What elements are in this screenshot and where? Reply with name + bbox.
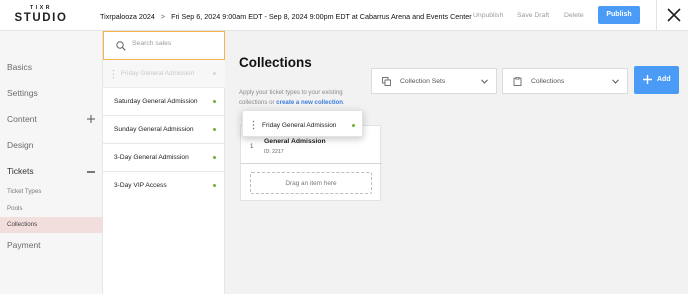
drop-zone-label: Drag an item here — [285, 180, 337, 187]
dragging-sale-item[interactable]: Friday General Admission — [242, 110, 363, 137]
page-description: Apply your ticket types to your existing… — [239, 88, 363, 107]
sales-list-panel: Friday General Admission Saturday Genera… — [103, 31, 225, 294]
top-bar: TIXR STUDIO Tixrpalooza 2024 > Fri Sep 6, … — [0, 0, 688, 31]
sale-item[interactable]: 3-Day General Admission — [103, 144, 225, 172]
sidebar-item-content[interactable]: Content — [7, 114, 37, 124]
event-details: Fri Sep 6, 2024 9:00am EDT - Sep 8, 2024… — [171, 12, 472, 21]
collections-dropdown[interactable]: Collections — [502, 68, 628, 94]
status-dot — [213, 100, 216, 103]
chevron-down-icon — [481, 79, 488, 84]
header-divider — [656, 0, 657, 31]
logo-line-1: TIXR — [29, 5, 53, 11]
search-icon — [116, 41, 126, 51]
collections-label: Collections — [531, 78, 565, 85]
sidebar-item-settings[interactable]: Settings — [7, 88, 38, 98]
dragging-item-label: Friday General Admission — [262, 122, 337, 129]
save-draft-button[interactable]: Save Draft — [517, 12, 549, 19]
sale-item[interactable]: Sunday General Admission — [103, 116, 225, 144]
sidebar-nav: Basics Settings Content Design Tickets T… — [0, 31, 103, 294]
page-title: Collections — [239, 55, 312, 70]
sidebar-item-design[interactable]: Design — [7, 140, 33, 150]
sidebar-item-tickets[interactable]: Tickets — [7, 166, 34, 176]
search-bar — [103, 31, 225, 60]
collection-sets-label: Collection Sets — [400, 78, 446, 85]
status-dot — [213, 128, 216, 131]
sidebar-subitem-ticket-types[interactable]: Ticket Types — [7, 188, 41, 195]
status-dot — [213, 156, 216, 159]
status-dot — [213, 72, 216, 75]
status-dot — [352, 124, 355, 127]
sale-item[interactable]: Saturday General Admission — [103, 88, 225, 116]
sale-item[interactable]: 3-Day VIP Access — [103, 172, 225, 200]
event-breadcrumb: Tixrpalooza 2024 > Fri Sep 6, 2024 9:00am … — [100, 12, 472, 21]
sidebar-subitem-collections[interactable]: Collections — [0, 217, 103, 233]
chevron-down-icon — [612, 79, 619, 84]
drop-zone[interactable]: Drag an item here — [250, 172, 372, 194]
tixr-studio-logo[interactable]: TIXR STUDIO — [12, 5, 70, 24]
sale-item-placeholder: Friday General Admission — [103, 60, 225, 88]
delete-button[interactable]: Delete — [564, 12, 584, 19]
add-button-label: Add — [657, 76, 671, 83]
sale-item-label: Sunday General Admission — [114, 126, 194, 133]
breadcrumb-separator: > — [160, 12, 166, 21]
close-icon[interactable] — [666, 7, 682, 23]
sidebar-subitem-pools[interactable]: Pools — [7, 205, 22, 212]
sidebar-item-basics[interactable]: Basics — [7, 62, 32, 72]
event-name[interactable]: Tixrpalooza 2024 — [100, 12, 155, 21]
sale-item-label: Saturday General Admission — [114, 98, 198, 105]
publish-button[interactable]: Publish — [598, 6, 640, 24]
collection-sets-dropdown[interactable]: Collection Sets — [371, 68, 497, 94]
drag-handle-icon — [112, 69, 115, 79]
sale-item-label: 3-Day General Admission — [114, 154, 189, 161]
clipboard-icon — [513, 77, 522, 86]
collection-id: ID: 2217 — [264, 149, 284, 155]
collections-main: Collections Apply your ticket types to y… — [225, 31, 688, 294]
sidebar-subitem-collections-label: Collections — [7, 221, 38, 228]
description-end: . — [343, 98, 345, 106]
sale-item-placeholder-label: Friday General Admission — [121, 70, 195, 77]
sidebar-item-payment[interactable]: Payment — [7, 240, 41, 250]
collapse-minus-icon[interactable] — [87, 168, 95, 176]
sale-item-label: 3-Day VIP Access — [114, 182, 167, 189]
collection-index: 1 — [250, 143, 254, 150]
add-button[interactable]: Add — [634, 66, 679, 94]
plus-icon — [643, 75, 652, 84]
expand-plus-icon[interactable] — [87, 115, 95, 123]
logo-line-2: STUDIO — [14, 11, 68, 24]
copy-icon — [382, 77, 391, 86]
drag-handle-icon[interactable] — [252, 120, 255, 130]
search-input[interactable] — [132, 40, 220, 47]
create-collection-link[interactable]: create a new collection — [276, 99, 343, 106]
unpublish-button[interactable]: Unpublish — [473, 12, 503, 19]
collection-name: General Admission — [264, 138, 326, 145]
status-dot — [213, 184, 216, 187]
